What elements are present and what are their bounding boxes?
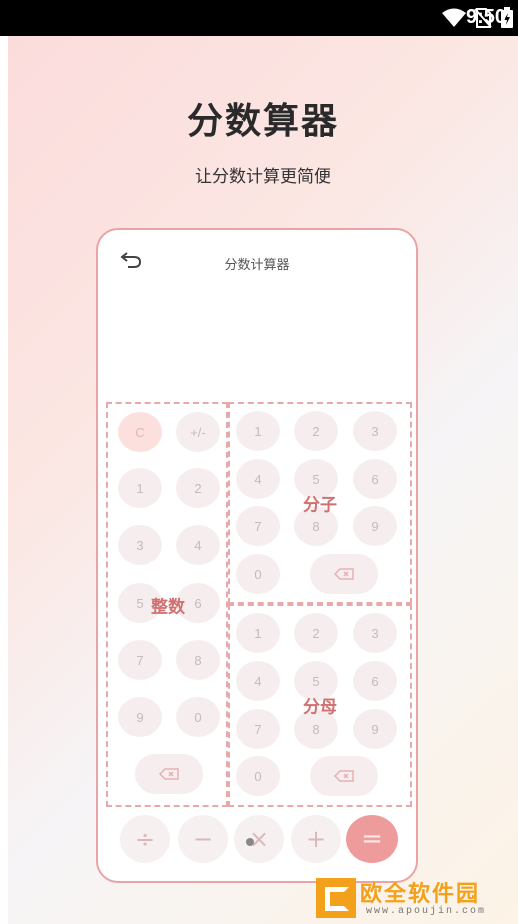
page-indicator — [246, 838, 254, 846]
integer-backspace-key[interactable] — [135, 754, 203, 794]
numerator-key-4[interactable]: 4 — [236, 459, 280, 499]
backspace-icon — [159, 768, 179, 780]
denominator-key-0[interactable]: 0 — [236, 756, 280, 796]
denominator-key-7[interactable]: 7 — [236, 709, 280, 749]
integer-key-0[interactable]: 0 — [176, 697, 220, 737]
integer-key-3[interactable]: 3 — [118, 525, 162, 565]
clear-key[interactable]: C — [118, 412, 162, 452]
backspace-icon — [334, 568, 354, 580]
page-subtitle: 让分数计算更简便 — [195, 167, 331, 187]
numerator-key-7[interactable]: 7 — [236, 506, 280, 546]
backspace-icon — [334, 770, 354, 782]
equals-button[interactable]: = — [346, 815, 398, 863]
numerator-key-6[interactable]: 6 — [353, 459, 397, 499]
sign-toggle-key[interactable]: +/- — [176, 412, 220, 452]
watermark: 欧全软件园 www.apoujin.com — [316, 872, 516, 922]
status-time: 9:50 — [465, 6, 506, 28]
add-button[interactable]: + — [291, 815, 341, 863]
denominator-zone-label: 分母 — [303, 697, 337, 718]
watermark-logo-icon — [316, 878, 356, 918]
phone-header: 分数计算器 — [98, 230, 416, 280]
integer-key-9[interactable]: 9 — [118, 697, 162, 737]
watermark-url: www.apoujin.com — [366, 906, 487, 917]
denominator-key-3[interactable]: 3 — [353, 613, 397, 653]
multiply-button[interactable]: × — [234, 815, 284, 863]
numerator-zone-label: 分子 — [303, 495, 337, 516]
phone-mockup: 分数计算器 C +/- 1 2 3 4 5 6 7 8 9 0 整数 1 2 3… — [96, 228, 418, 883]
numerator-key-1[interactable]: 1 — [236, 411, 280, 451]
numerator-key-3[interactable]: 3 — [353, 411, 397, 451]
promo-page: 分数算器 让分数计算更简便 分数计算器 C +/- 1 2 3 4 5 6 7 … — [8, 36, 518, 924]
numerator-key-2[interactable]: 2 — [294, 411, 338, 451]
integer-key-8[interactable]: 8 — [176, 640, 220, 680]
page-title: 分数算器 — [186, 101, 339, 142]
integer-zone-label: 整数 — [151, 597, 185, 618]
integer-key-7[interactable]: 7 — [118, 640, 162, 680]
watermark-text: 欧全软件园 — [360, 882, 481, 907]
integer-key-1[interactable]: 1 — [118, 468, 162, 508]
status-bar: 9:50 — [0, 0, 518, 36]
denominator-key-6[interactable]: 6 — [353, 661, 397, 701]
operator-bar: ÷ − × + = — [98, 805, 416, 870]
numerator-keypad-zone: 1 2 3 4 5 6 7 8 9 0 分子 — [228, 402, 412, 604]
numerator-key-0[interactable]: 0 — [236, 554, 280, 594]
integer-key-2[interactable]: 2 — [176, 468, 220, 508]
denominator-keypad-zone: 1 2 3 4 5 6 7 8 9 0 分母 — [228, 604, 412, 807]
integer-key-4[interactable]: 4 — [176, 525, 220, 565]
denominator-key-9[interactable]: 9 — [353, 709, 397, 749]
denominator-key-1[interactable]: 1 — [236, 613, 280, 653]
denominator-key-4[interactable]: 4 — [236, 661, 280, 701]
numerator-key-9[interactable]: 9 — [353, 506, 397, 546]
denominator-key-2[interactable]: 2 — [294, 613, 338, 653]
wifi-icon — [442, 8, 466, 27]
divide-button[interactable]: ÷ — [120, 815, 170, 863]
calculator-title: 分数计算器 — [224, 258, 290, 273]
denominator-backspace-key[interactable] — [310, 756, 378, 796]
integer-keypad-zone: C +/- 1 2 3 4 5 6 7 8 9 0 整数 — [106, 402, 228, 807]
subtract-button[interactable]: − — [178, 815, 228, 863]
numerator-backspace-key[interactable] — [310, 554, 378, 594]
